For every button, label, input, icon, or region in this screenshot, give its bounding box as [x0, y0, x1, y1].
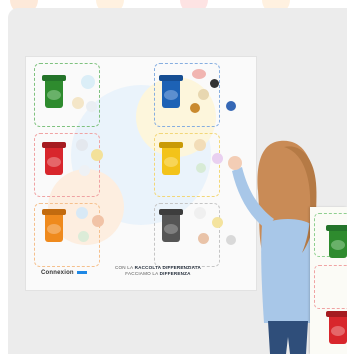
- secondary-poster-preview: [310, 207, 347, 354]
- blue-bin: [159, 75, 183, 108]
- yellow-bin: [159, 142, 183, 175]
- container-item: [196, 163, 206, 173]
- gray-bin: [159, 209, 183, 242]
- glass-item: [86, 101, 97, 112]
- apple-item: [92, 215, 104, 227]
- cup-item: [226, 101, 236, 111]
- paper-item: [192, 69, 206, 79]
- green-bin: [42, 75, 66, 108]
- orange-bin: [42, 209, 66, 242]
- can-item: [76, 139, 88, 151]
- box-item: [190, 103, 200, 113]
- jar-item: [72, 97, 84, 109]
- red-bin: [42, 142, 66, 175]
- egg-item: [78, 231, 89, 242]
- newspaper-item: [210, 79, 219, 88]
- carton-item: [198, 89, 209, 100]
- cap-item: [79, 165, 90, 176]
- green-bin-preview: [326, 225, 347, 258]
- toy-item: [198, 233, 209, 244]
- glass-bottle-item: [81, 75, 95, 89]
- tray-item: [194, 139, 206, 151]
- poster-tagline: CON LA RACCOLTA DIFFERENZIATA FACCIAMO L…: [115, 265, 201, 276]
- red-bin-preview: [326, 311, 347, 344]
- plastic-bottle-item: [91, 149, 103, 161]
- peel-item: [76, 207, 88, 219]
- product-image-card: Connexion CON LA RACCOLTA DIFFERENZIATA …: [8, 8, 347, 354]
- brand-logo: Connexion: [41, 270, 87, 276]
- diaper-item: [194, 207, 206, 219]
